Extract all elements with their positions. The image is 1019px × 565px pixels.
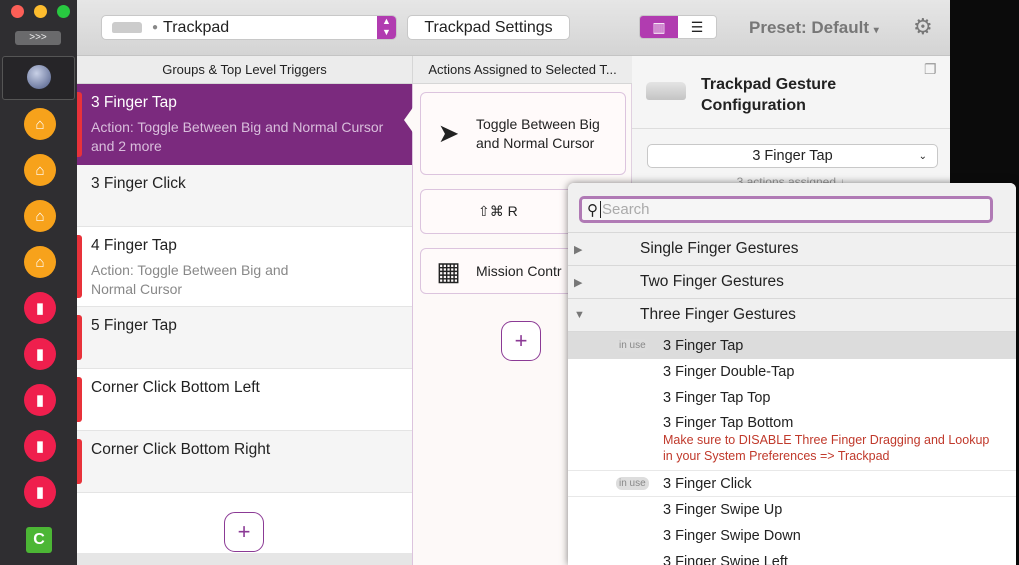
equalizer-icon[interactable]: ▮: [24, 338, 56, 370]
warning-text: Make sure to DISABLE Three Finger Draggi…: [663, 433, 990, 463]
category-single-finger[interactable]: ▶ Single Finger Gestures: [568, 233, 1016, 266]
gesture-item[interactable]: 3 Finger Swipe Down: [568, 523, 1016, 549]
cursor-icon: ➤: [437, 118, 460, 148]
home-icon[interactable]: ⌂: [24, 246, 56, 278]
equalizer-icon[interactable]: ▮: [24, 384, 56, 416]
category-three-finger[interactable]: ▼ Three Finger Gestures: [568, 299, 1016, 332]
actions-header: Actions Assigned to Selected T...: [412, 56, 632, 84]
gesture-picker-popup: ⚲ Search ▶ Single Finger Gestures ▶ Two Fi…: [568, 183, 1016, 565]
trigger-row[interactable]: 3 Finger Click: [77, 165, 412, 227]
minimize-button[interactable]: [34, 5, 47, 18]
chevron-updown-icon: ▲ ▼: [377, 16, 396, 39]
gesture-item[interactable]: 3 Finger Swipe Left: [568, 549, 1016, 565]
equalizer-icon[interactable]: ▮: [24, 430, 56, 462]
gesture-item[interactable]: 3 Finger Swipe Up: [568, 497, 1016, 523]
mission-control-icon: ▦: [436, 255, 461, 286]
home-icon[interactable]: ⌂: [24, 200, 56, 232]
column-view-icon[interactable]: ▥: [640, 16, 678, 38]
zoom-button[interactable]: [57, 5, 70, 18]
search-icon: ⚲: [587, 201, 598, 219]
gesture-item[interactable]: in use 3 Finger Click: [568, 471, 1016, 497]
app-sidebar-dock: >>> ⌂ ⌂ ⌂ ⌂ ▮ ▮ ▮ ▮ ▮ C: [0, 0, 77, 565]
add-trigger-button[interactable]: +: [224, 512, 264, 552]
camtasia-icon[interactable]: C: [26, 527, 52, 553]
windows-icon[interactable]: ❐: [924, 61, 937, 78]
category-two-finger[interactable]: ▶ Two Finger Gestures: [568, 266, 1016, 299]
trigger-row[interactable]: Corner Click Bottom Left: [77, 369, 412, 431]
globe-icon: [27, 65, 51, 89]
preset-selector[interactable]: Preset: Default ▾: [749, 18, 879, 38]
view-toggle: ▥ ☰: [639, 15, 717, 39]
bottom-bar: [77, 553, 412, 565]
equalizer-icon[interactable]: ▮: [24, 292, 56, 324]
gear-icon[interactable]: ⚙: [913, 14, 933, 40]
trigger-row[interactable]: 4 Finger Tap Action: Toggle Between Big …: [77, 227, 412, 307]
gesture-item-selected[interactable]: in use 3 Finger Tap: [568, 332, 1016, 359]
expand-button[interactable]: >>>: [15, 31, 61, 45]
gesture-item[interactable]: 3 Finger Tap Top: [568, 385, 1016, 411]
config-title: Trackpad Gesture Configuration: [701, 76, 837, 114]
dock-item-global[interactable]: [2, 56, 75, 100]
trigger-row-selected[interactable]: 3 Finger Tap Action: Toggle Between Big …: [77, 84, 412, 165]
add-action-button[interactable]: +: [501, 321, 541, 361]
shortcut-label: ⇧⌘ R: [478, 203, 518, 219]
trackpad-settings-button[interactable]: Trackpad Settings: [407, 15, 570, 40]
trigger-row[interactable]: 5 Finger Tap: [77, 307, 412, 369]
list-view-icon[interactable]: ☰: [678, 16, 716, 38]
home-icon[interactable]: ⌂: [24, 108, 56, 140]
gesture-item[interactable]: 3 Finger Tap Bottom Make sure to DISABLE…: [568, 411, 1016, 471]
trigger-row[interactable]: Corner Click Bottom Right: [77, 431, 412, 493]
search-input[interactable]: ⚲ Search: [579, 196, 993, 223]
gesture-select[interactable]: 3 Finger Tap ⌄: [647, 144, 938, 168]
gesture-item[interactable]: 3 Finger Double-Tap: [568, 359, 1016, 385]
close-button[interactable]: [11, 5, 24, 18]
chevron-down-icon: ⌄: [918, 150, 927, 162]
groups-header: Groups & Top Level Triggers: [77, 56, 412, 84]
trigger-list: 3 Finger Tap Action: Toggle Between Big …: [77, 84, 412, 565]
toolbar: ● Trackpad ▲ ▼ Trackpad Settings ▥ ☰ Pres…: [77, 0, 950, 56]
trackpad-icon: [646, 82, 686, 100]
action-card[interactable]: ➤ Toggle Between Big and Normal Cursor: [420, 92, 626, 175]
trackpad-icon: [112, 22, 142, 33]
home-icon[interactable]: ⌂: [24, 154, 56, 186]
device-select[interactable]: ● Trackpad ▲ ▼: [101, 15, 397, 40]
equalizer-icon[interactable]: ▮: [24, 476, 56, 508]
